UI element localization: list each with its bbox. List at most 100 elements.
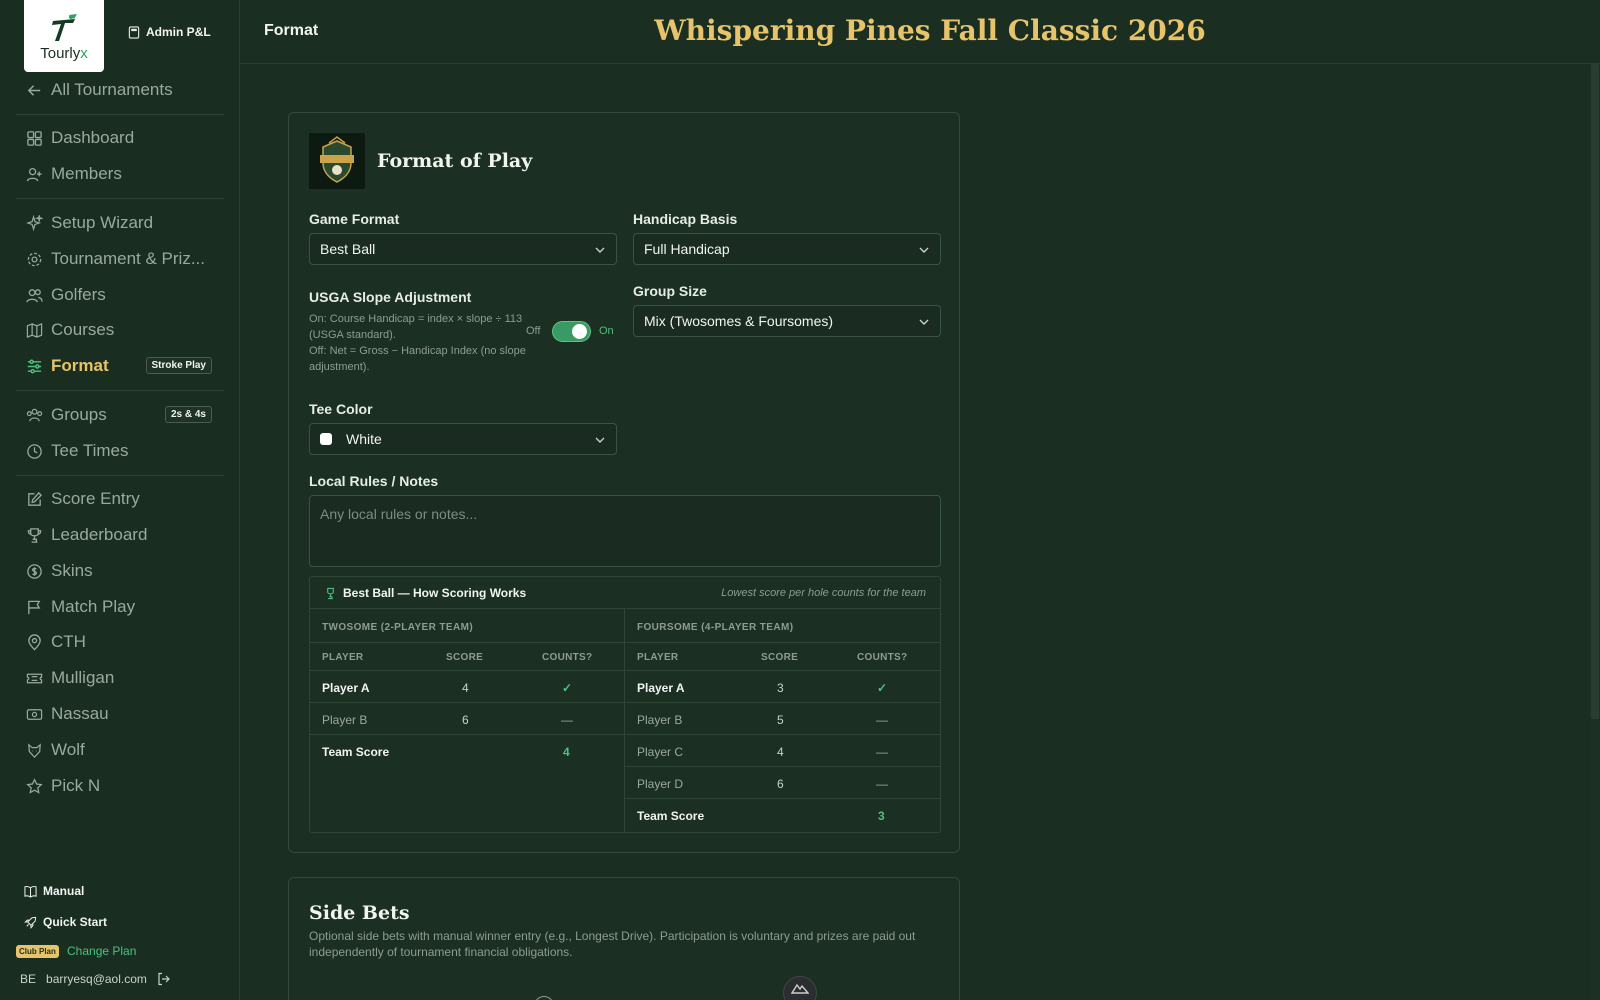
nav-label: Tournament & Priz... [51, 249, 206, 268]
mountain-icon [791, 983, 809, 994]
nav-cth[interactable]: CTH [16, 627, 224, 657]
player-score: 4 [462, 681, 469, 695]
quick-start-link[interactable]: Quick Start [24, 915, 107, 929]
side-bets-title: Side Bets [309, 902, 410, 924]
tee-color-value: White [346, 431, 382, 447]
game-format-select[interactable]: Best Ball [309, 233, 617, 265]
player-name: Player B [637, 713, 683, 727]
map-icon [26, 322, 43, 338]
nav-members[interactable]: Members [16, 159, 224, 189]
player-name: Player B [322, 713, 368, 727]
col-counts: COUNTS? [857, 652, 908, 663]
group-size-select[interactable]: Mix (Twosomes & Foursomes) [633, 305, 941, 337]
counts-dash: — [876, 745, 888, 759]
nav-label: Skins [51, 561, 93, 580]
nav-label: Nassau [51, 704, 109, 723]
nav-nassau[interactable]: Nassau [16, 699, 224, 729]
nav-label: Wolf [51, 740, 85, 759]
counts-dash: — [561, 713, 573, 727]
nav-dashboard[interactable]: Dashboard [16, 123, 224, 153]
table-row: Player B 6 — [310, 703, 624, 735]
card-title: Format of Play [377, 150, 533, 172]
table-header-row: PLAYER SCORE COUNTS? [625, 643, 940, 671]
nav-leaderboard[interactable]: Leaderboard [16, 520, 224, 550]
nav-tournament-prizes[interactable]: Tournament & Priz... [16, 244, 224, 274]
scrollbar-thumb[interactable] [1591, 64, 1599, 719]
table-row: Player A 3 ✓ [625, 671, 940, 703]
handicap-basis-select[interactable]: Full Handicap [633, 233, 941, 265]
trophy-icon [27, 527, 42, 543]
nav-courses[interactable]: Courses [16, 315, 224, 345]
format-badge: Stroke Play [145, 357, 212, 374]
team-score-value: 3 [878, 809, 885, 823]
table-row: Player D 6 — [625, 767, 940, 799]
divider [16, 114, 224, 115]
trophy-icon [327, 587, 334, 599]
table-header-row: PLAYER SCORE COUNTS? [310, 643, 624, 671]
dollar-circle-icon [27, 563, 42, 579]
nav-label: Setup Wizard [51, 213, 154, 232]
game-format-value: Best Ball [320, 241, 376, 257]
slope-description: On: Course Handicap = index × slope ÷ 11… [309, 311, 527, 375]
flag-icon [28, 600, 41, 614]
sparkles-icon [26, 214, 43, 231]
scoring-title-text: Best Ball — How Scoring Works [343, 586, 527, 600]
nav-match-play[interactable]: Match Play [16, 592, 224, 622]
book-icon [24, 885, 37, 898]
divider [16, 390, 224, 391]
local-rules-textarea[interactable]: Any local rules or notes... [309, 495, 941, 567]
nav-label: Mulligan [51, 668, 115, 687]
calculator-icon [128, 25, 140, 39]
handicap-basis-value: Full Handicap [644, 241, 730, 257]
local-rules-placeholder: Any local rules or notes... [320, 506, 478, 522]
nav-tee-times[interactable]: Tee Times [16, 436, 224, 466]
team-score-label: Team Score [637, 809, 705, 823]
game-format-label: Game Format [309, 211, 400, 227]
counts-check: ✓ [562, 681, 573, 695]
nav-format[interactable]: Format Stroke Play [16, 351, 224, 381]
player-score: 6 [462, 713, 469, 727]
nav-setup-wizard[interactable]: Setup Wizard [16, 208, 224, 238]
nav-pick-n[interactable]: Pick N [16, 771, 224, 801]
nav-score-entry[interactable]: Score Entry [16, 484, 224, 514]
manual-label: Manual [43, 884, 85, 898]
nav-all-tournaments[interactable]: All Tournaments [16, 75, 224, 105]
toggle-on-label: On [599, 325, 614, 337]
admin-pl-link[interactable]: Admin P&L [128, 25, 211, 39]
groups-badge: 2s & 4s [164, 406, 212, 423]
counts-dash: — [876, 713, 888, 727]
col-score: SCORE [446, 652, 484, 663]
player-score: 5 [777, 713, 784, 727]
banknote-icon [26, 708, 43, 720]
nav-label: Courses [51, 320, 115, 339]
nav-golfers[interactable]: Golfers [16, 280, 224, 310]
brand-name: Tourlyx [40, 45, 88, 62]
nav-wolf[interactable]: Wolf [16, 735, 224, 765]
slope-desc-off: Off: Net = Gross − Handicap Index (no sl… [309, 345, 526, 373]
nav-label: Tee Times [51, 441, 129, 460]
edit-icon [28, 491, 43, 506]
nav-mulligan[interactable]: Mulligan [16, 663, 224, 693]
tee-color-select[interactable]: White [309, 423, 617, 455]
tourlyx-logo-icon [52, 14, 77, 41]
col-player: PLAYER [637, 652, 679, 663]
divider [16, 198, 224, 199]
brand-logo[interactable]: Tourlyx [24, 0, 104, 72]
nav-label: Leaderboard [51, 525, 148, 544]
golf-crest-icon [309, 133, 365, 189]
nav-skins[interactable]: Skins [16, 556, 224, 586]
manual-link[interactable]: Manual [24, 884, 84, 898]
nav-label: Match Play [51, 597, 136, 616]
star-icon [26, 777, 43, 794]
logout-icon[interactable] [157, 972, 171, 986]
nav-groups[interactable]: Groups 2s & 4s [16, 400, 224, 430]
player-score: 6 [777, 777, 784, 791]
format-card: Format of Play Game Format Best Ball Han… [288, 112, 960, 853]
tournament-title: Whispering Pines Fall Classic 2026 [654, 14, 1206, 47]
change-plan-link[interactable]: Change Plan [67, 944, 136, 958]
table-row: Player C 4 — [625, 735, 940, 767]
col-score: SCORE [761, 652, 799, 663]
scoring-explainer: Best Ball — How Scoring Works Lowest sco… [309, 576, 941, 833]
slope-toggle[interactable] [552, 321, 591, 342]
chevron-down-icon [595, 247, 605, 253]
